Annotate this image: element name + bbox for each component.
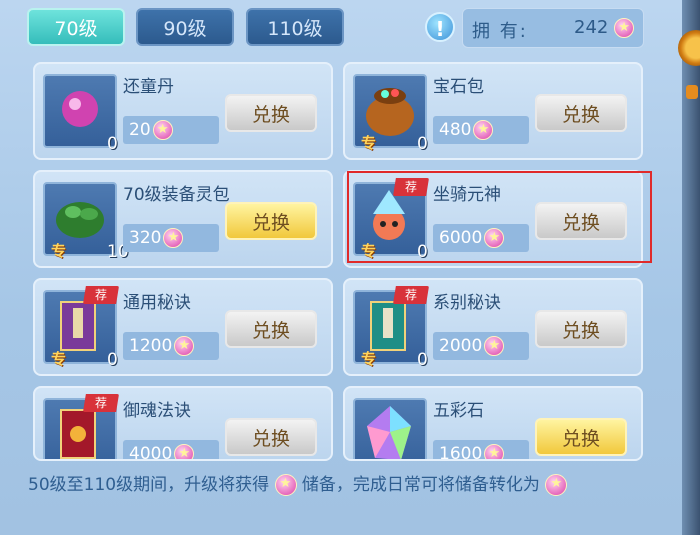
exchange-button[interactable]: 兑换 [535, 310, 627, 348]
item-icon-frame: 0 [43, 74, 118, 154]
star-currency-icon: ★ [174, 336, 195, 356]
item-price: 2000 ★ [433, 332, 529, 360]
price-value: 480 [439, 120, 472, 140]
exchange-button[interactable]: 兑换 [225, 418, 317, 456]
info-icon[interactable]: ! [425, 12, 455, 42]
price-value: 1200 [129, 336, 173, 356]
item-name: 御魂法诀 [123, 401, 191, 421]
exclusive-mark: 专 [51, 350, 67, 368]
item-qty: 0 [417, 134, 428, 154]
exchange-button[interactable]: 兑换 [225, 310, 317, 348]
rainbow-crystal-icon [355, 400, 425, 459]
star-currency-icon: ★ [614, 18, 635, 38]
star-currency-icon: ★ [545, 474, 568, 496]
price-value: 20 [129, 120, 151, 140]
item-qty: 0 [107, 350, 118, 370]
star-currency-icon: ★ [484, 336, 505, 356]
footer-text-b: 储备，完成日常可将储备转化为 [301, 475, 540, 495]
price-value: 1600 [439, 444, 483, 461]
pink-orb-icon [45, 76, 115, 150]
highlight-box [347, 171, 652, 263]
item-name: 宝石包 [433, 77, 484, 97]
item-name: 通用秘诀 [123, 293, 191, 313]
item-card: 专 0 荐 系别秘诀 2000 ★ 兑换 [343, 278, 643, 376]
owned-label: 拥 有: [472, 21, 528, 42]
footer-hint: 50级至110级期间，升级将获得 ★ 储备，完成日常可将储备转化为 ★ [28, 470, 568, 496]
tab-110[interactable]: 110级 [246, 8, 344, 46]
item-qty: 0 [417, 350, 428, 370]
item-card: 五彩石 1600 ★ 兑换 [343, 386, 643, 461]
footer-text-a: 50级至110级期间，升级将获得 [28, 475, 270, 495]
item-name: 70级装备灵包 [123, 185, 230, 205]
tab-90[interactable]: 90级 [136, 8, 234, 46]
item-price: 1200 ★ [123, 332, 219, 360]
item-name: 还童丹 [123, 77, 174, 97]
side-ornament [678, 0, 700, 535]
item-card: 专 荐 御魂法诀 4000★ 兑换 [33, 386, 333, 461]
recommend-tag: 荐 [83, 394, 119, 412]
item-price: 20 ★ [123, 116, 219, 144]
exclusive-mark: 专 [361, 134, 377, 152]
item-card: 专 0 荐 通用秘诀 1200 ★ 兑换 [33, 278, 333, 376]
owned-count: 242 [574, 17, 609, 38]
price-value: 2000 [439, 336, 483, 356]
star-currency-icon: ★ [152, 120, 173, 140]
item-price: 480 ★ [433, 116, 529, 144]
star-currency-icon: ★ [484, 444, 505, 459]
item-name: 五彩石 [433, 401, 484, 421]
tab-70[interactable]: 70级 [27, 8, 125, 46]
exclusive-mark: 专 [361, 350, 377, 368]
item-card: 专 0 宝石包 480 ★ 兑换 [343, 62, 643, 160]
recommend-tag: 荐 [393, 286, 429, 304]
star-currency-icon: ★ [163, 228, 184, 248]
item-name: 系别秘诀 [433, 293, 501, 313]
recommend-tag: 荐 [83, 286, 119, 304]
item-card: 专 10 70级装备灵包 320 ★ 兑换 [33, 170, 333, 268]
exchange-button[interactable]: 兑换 [225, 94, 317, 132]
gold-ring-icon [678, 30, 700, 66]
exchange-button[interactable]: 兑换 [225, 202, 317, 240]
exchange-button[interactable]: 兑换 [535, 94, 627, 132]
item-icon-frame [353, 398, 427, 459]
owned-value: 242 ★ [574, 17, 635, 38]
item-icon-frame: 专 0 [353, 74, 428, 154]
exclusive-mark: 专 [51, 242, 67, 260]
star-currency-icon: ★ [174, 444, 195, 459]
price-value: 320 [129, 228, 162, 248]
item-price: 4000 ★ [123, 440, 219, 461]
item-qty: 0 [107, 134, 118, 154]
exchange-button[interactable]: 兑换 [535, 418, 627, 456]
star-currency-icon: ★ [473, 120, 494, 140]
item-card: 0 还童丹 20 ★ 兑换 [33, 62, 333, 160]
orange-gem-icon [686, 85, 698, 99]
star-currency-icon: ★ [274, 474, 297, 496]
item-price: 1600 ★ [433, 440, 529, 461]
item-icon-frame: 专 10 [43, 182, 129, 262]
price-value: 4000 [129, 444, 173, 461]
item-price: 320 ★ [123, 224, 219, 252]
exclusive-mark: 专 [51, 456, 66, 459]
